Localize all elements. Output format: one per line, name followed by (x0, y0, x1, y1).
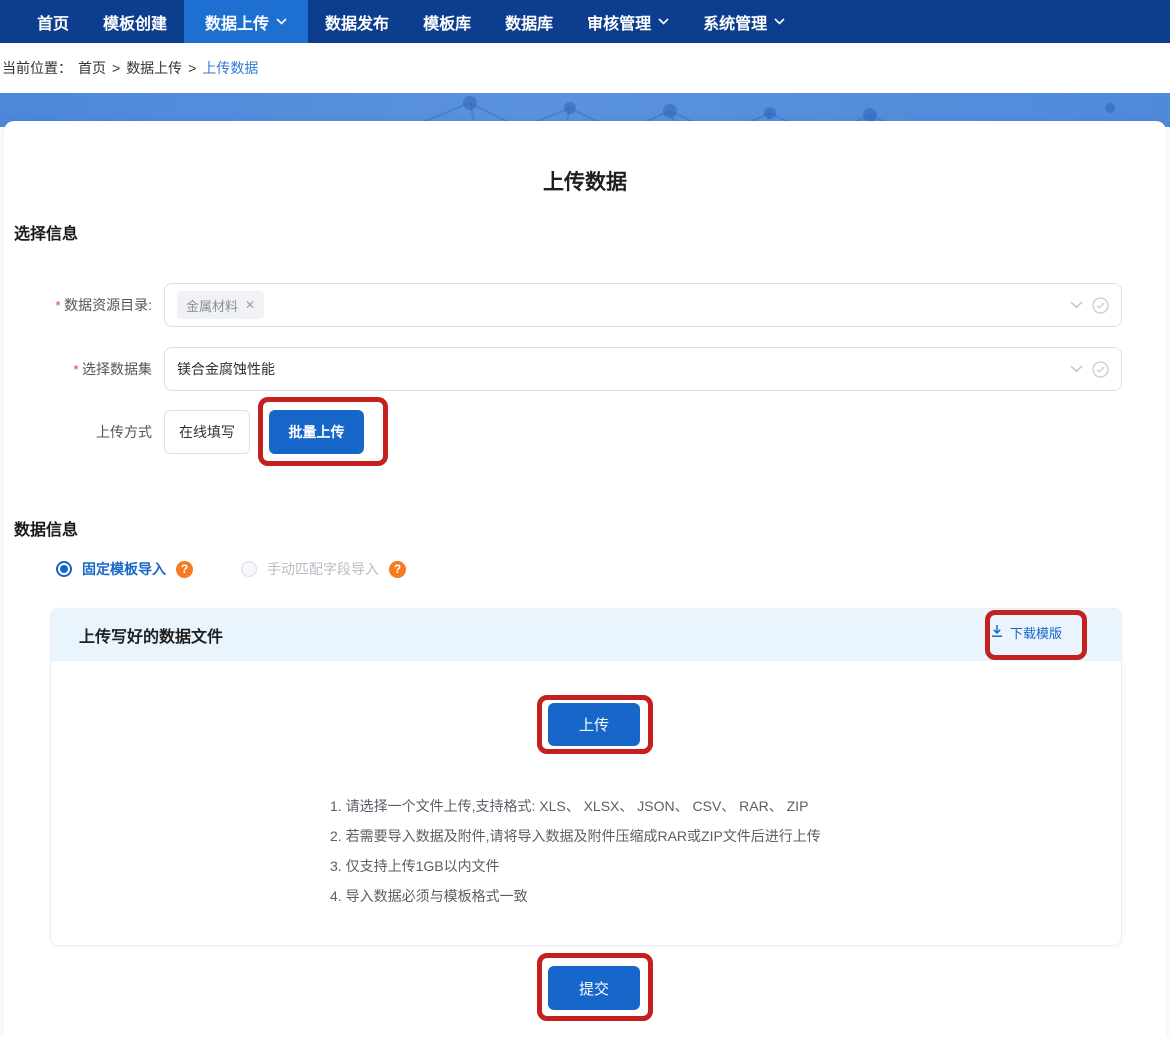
batch-upload-button[interactable]: 批量上传 (269, 410, 364, 454)
tag-label: 金属材料 (186, 296, 238, 315)
breadcrumb-link-home[interactable]: 首页 (78, 58, 106, 78)
nav-label: 模板创建 (103, 10, 167, 34)
section-data-info: 数据信息 (14, 516, 78, 540)
page-title: 上传数据 (4, 166, 1166, 196)
method-label: 上传方式 (14, 422, 164, 442)
instruction-line: 2. 若需要导入数据及附件,请将导入数据及附件压缩成RAR或ZIP文件后进行上传 (330, 821, 821, 851)
breadcrumb-current[interactable]: 上传数据 (202, 58, 258, 78)
nav-item-system-management[interactable]: 系统管理 (686, 0, 802, 43)
chevron-down-icon (1070, 365, 1083, 373)
main-content-card: 上传数据 选择信息 数据资源目录: 金属材料 ✕ 选择数据集 镁合金腐蚀性能 (4, 121, 1166, 1037)
check-circle-icon (1092, 297, 1109, 314)
panel-header: 上传写好的数据文件 (51, 609, 1121, 661)
dataset-select[interactable]: 镁合金腐蚀性能 (164, 347, 1122, 391)
instruction-line: 4. 导入数据必须与模板格式一致 (330, 881, 821, 911)
nav-label: 数据库 (505, 10, 553, 34)
nav-item-template-create[interactable]: 模板创建 (86, 0, 184, 43)
check-circle-icon (1092, 361, 1109, 378)
download-template-label: 下载模版 (1010, 623, 1062, 642)
chevron-down-icon (276, 18, 287, 25)
chevron-down-icon (774, 18, 785, 25)
nav-item-database[interactable]: 数据库 (488, 0, 570, 43)
nav-label: 数据上传 (205, 10, 269, 34)
top-navbar: 首页 模板创建 数据上传 数据发布 模板库 数据库 审核管理 系统管理 (0, 0, 1170, 43)
radio-selected[interactable] (56, 561, 72, 577)
form-row-method: 上传方式 在线填写 批量上传 (14, 410, 1122, 454)
section-select-info: 选择信息 (14, 220, 78, 244)
nav-item-data-publish[interactable]: 数据发布 (308, 0, 406, 43)
import-mode-manual-label[interactable]: 手动匹配字段导入 (267, 559, 379, 579)
help-icon[interactable]: ? (176, 561, 193, 578)
instruction-line: 3. 仅支持上传1GB以内文件 (330, 851, 821, 881)
panel-title: 上传写好的数据文件 (79, 623, 223, 647)
upload-instructions: 1. 请选择一个文件上传,支持格式: XLS、 XLSX、 JSON、 CSV、… (330, 791, 821, 911)
nav-label: 系统管理 (703, 10, 767, 34)
form-row-dataset: 选择数据集 镁合金腐蚀性能 (14, 347, 1122, 391)
catalog-select[interactable]: 金属材料 ✕ (164, 283, 1122, 327)
catalog-label: 数据资源目录: (14, 295, 164, 315)
breadcrumb: 当前位置： 首页 > 数据上传 > 上传数据 (0, 43, 1170, 93)
import-mode-options: 固定模板导入 ? 手动匹配字段导入 ? (56, 559, 406, 579)
radio-unselected[interactable] (241, 561, 257, 577)
nav-label: 数据发布 (325, 10, 389, 34)
tag-close-icon[interactable]: ✕ (245, 298, 255, 312)
help-icon[interactable]: ? (389, 561, 406, 578)
breadcrumb-separator: > (112, 60, 120, 76)
breadcrumb-link-data-upload[interactable]: 数据上传 (126, 58, 182, 78)
chevron-down-icon (658, 18, 669, 25)
nav-label: 模板库 (423, 10, 471, 34)
nav-label: 首页 (37, 10, 69, 34)
form-row-catalog: 数据资源目录: 金属材料 ✕ (14, 283, 1122, 327)
dataset-label: 选择数据集 (14, 359, 164, 379)
nav-item-template-library[interactable]: 模板库 (406, 0, 488, 43)
nav-label: 审核管理 (587, 10, 651, 34)
import-mode-fixed-label[interactable]: 固定模板导入 (82, 559, 166, 579)
nav-item-home[interactable]: 首页 (20, 0, 86, 43)
submit-button[interactable]: 提交 (548, 966, 640, 1010)
download-icon (990, 624, 1004, 641)
selected-tag: 金属材料 ✕ (177, 291, 264, 319)
download-template-link[interactable]: 下载模版 (990, 623, 1062, 642)
upload-button[interactable]: 上传 (548, 703, 640, 746)
nav-item-data-upload[interactable]: 数据上传 (184, 0, 308, 43)
dataset-value: 镁合金腐蚀性能 (177, 359, 275, 379)
breadcrumb-separator: > (188, 60, 196, 76)
online-fill-button[interactable]: 在线填写 (164, 410, 250, 454)
chevron-down-icon (1070, 301, 1083, 309)
breadcrumb-prefix: 当前位置： (2, 58, 72, 78)
instruction-line: 1. 请选择一个文件上传,支持格式: XLS、 XLSX、 JSON、 CSV、… (330, 791, 821, 821)
nav-item-audit-management[interactable]: 审核管理 (570, 0, 686, 43)
